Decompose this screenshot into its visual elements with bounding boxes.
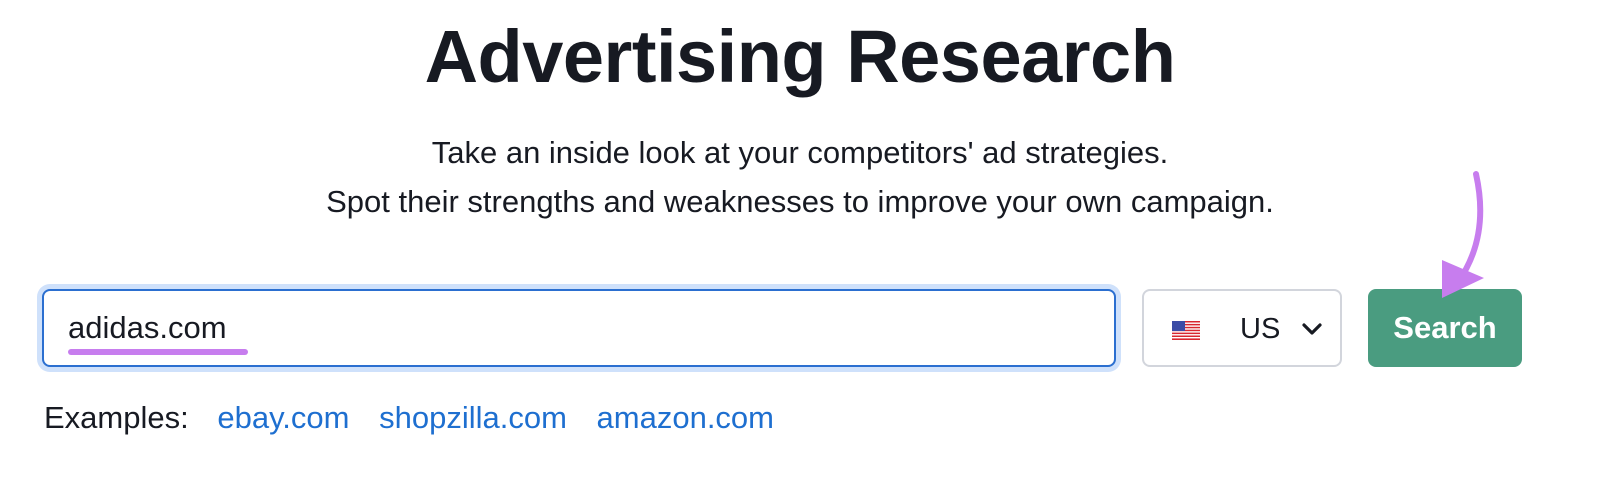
search-button[interactable]: Search: [1368, 289, 1522, 367]
example-link-ebay[interactable]: ebay.com: [217, 400, 349, 435]
examples-label: Examples:: [44, 400, 189, 435]
us-flag-icon: [1172, 321, 1200, 340]
page-subtitle-line-1: Take an inside look at your competitors'…: [431, 135, 1169, 170]
example-link-shopzilla[interactable]: shopzilla.com: [379, 400, 567, 435]
examples-row: Examples: ebay.com shopzilla.com amazon.…: [44, 398, 795, 438]
chevron-down-icon: [1302, 323, 1322, 335]
domain-search-field[interactable]: [42, 289, 1116, 367]
country-select-value: US: [1240, 313, 1281, 345]
page-title: Advertising Research: [424, 15, 1176, 98]
example-link-amazon[interactable]: amazon.com: [597, 400, 774, 435]
country-select[interactable]: US: [1142, 289, 1342, 367]
highlight-underline: [68, 349, 248, 355]
page-subtitle-line-2: Spot their strengths and weaknesses to i…: [326, 184, 1274, 219]
